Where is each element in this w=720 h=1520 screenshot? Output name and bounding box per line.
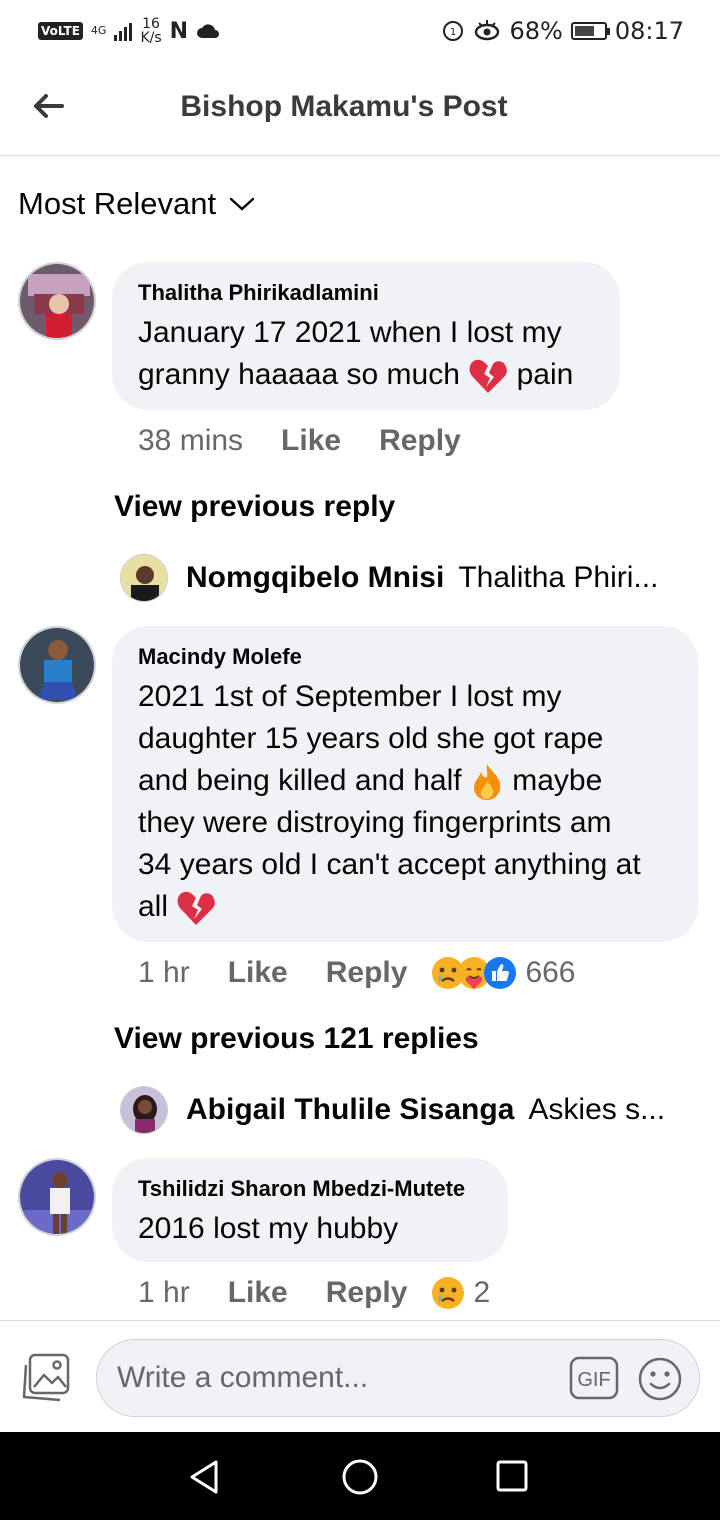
reply-button[interactable]: Reply — [326, 1276, 408, 1310]
comment-line: 34 years old I can't accept anything at — [138, 848, 641, 881]
reaction-count: 2 — [473, 1276, 491, 1309]
svg-text:1: 1 — [450, 27, 456, 38]
comment-line: 2021 1st of September I lost my — [138, 680, 562, 713]
comment-bubble: Tshilidzi Sharon Mbedzi-Mutete 2016 lost… — [112, 1158, 508, 1262]
comment-actions: 1 hr Like Reply 2 — [138, 1276, 490, 1310]
comment-line: daughter 15 years old she got rape — [138, 722, 604, 755]
emoji-picker-icon[interactable] — [637, 1356, 683, 1402]
sad-reaction-icon — [432, 1277, 465, 1309]
gif-label: GIF — [577, 1369, 610, 1391]
avatar[interactable] — [18, 262, 96, 340]
comment-text: 2021 1st of September I lost my daughter… — [138, 676, 672, 928]
comment-line: and being killed and half maybe — [138, 760, 672, 802]
battery-percent: 68% — [509, 17, 563, 45]
reply-button[interactable]: Reply — [379, 424, 461, 458]
fire-emoji-icon — [473, 764, 501, 801]
avatar — [120, 554, 168, 602]
comment-author[interactable]: Tshilidzi Sharon Mbedzi-Mutete — [138, 1176, 482, 1202]
signal-icon — [114, 21, 133, 41]
status-right: 1 68% 08:17 — [441, 17, 684, 45]
network-type: 4G — [90, 24, 107, 37]
comment-input[interactable] — [117, 1354, 557, 1402]
system-navigation-bar — [0, 1432, 720, 1520]
like-reaction-icon — [484, 957, 517, 989]
comment-author[interactable]: Macindy Molefe — [138, 644, 672, 670]
comment-line-part: and being killed and half — [138, 764, 470, 797]
like-button[interactable]: Like — [281, 424, 341, 458]
reply-preview-row[interactable]: Nomgqibelo Mnisi Thalitha Phiri... — [120, 554, 658, 602]
battery-icon — [570, 22, 610, 40]
comment-bubble: Macindy Molefe 2021 1st of September I l… — [112, 626, 698, 942]
reactions-summary[interactable] — [431, 956, 517, 990]
clock: 08:17 — [614, 17, 684, 45]
notification-n-icon: N — [169, 18, 189, 44]
comment-line: 2016 lost my hubby — [138, 1212, 399, 1245]
comment-author[interactable]: Thalitha Phirikadlamini — [138, 280, 594, 306]
comment-timestamp: 1 hr — [138, 1276, 190, 1309]
comment-line: they were distroying fingerprints am — [138, 806, 612, 839]
volte-badge: VoLTE — [38, 22, 83, 40]
comment-line-part: pain — [508, 358, 574, 391]
photo-icon[interactable] — [20, 1353, 72, 1403]
nav-recents-icon[interactable] — [495, 1459, 529, 1493]
view-previous-replies-link[interactable]: View previous reply — [114, 490, 395, 524]
page-title: Bishop Makamu's Post — [180, 90, 508, 123]
speed-unit: K/s — [140, 30, 162, 46]
broken-heart-emoji-icon — [177, 891, 216, 926]
network-speed: 16 K/s — [140, 17, 161, 45]
comment-composer: GIF — [0, 1320, 720, 1432]
comment-text: January 17 2021 when I lost my granny ha… — [138, 312, 594, 396]
comment-timestamp: 38 mins — [138, 424, 244, 457]
view-previous-replies-link[interactable]: View previous 121 replies — [114, 1022, 479, 1056]
comment-bubble: Thalitha Phirikadlamini January 17 2021 … — [112, 262, 620, 410]
like-button[interactable]: Like — [228, 1276, 288, 1310]
sort-filter-dropdown[interactable]: Most Relevant — [18, 186, 256, 222]
chevron-down-icon — [229, 197, 255, 211]
reply-author[interactable]: Nomgqibelo Mnisi — [186, 561, 444, 595]
comment-line-part: all — [138, 890, 177, 923]
reply-preview-row[interactable]: Abigail Thulile Sisanga Askies s... — [120, 1086, 665, 1134]
reply-preview-text: Askies s... — [528, 1093, 666, 1126]
like-button[interactable]: Like — [228, 956, 288, 990]
reaction-count: 666 — [525, 956, 576, 989]
header: Bishop Makamu's Post — [0, 62, 720, 156]
reply-button[interactable]: Reply — [326, 956, 408, 990]
comment-timestamp: 1 hr — [138, 956, 190, 989]
cloud-icon — [197, 24, 220, 38]
reply-author[interactable]: Abigail Thulile Sisanga — [186, 1093, 514, 1127]
reactions-summary[interactable] — [431, 1276, 465, 1310]
avatar — [120, 1086, 168, 1134]
status-bar: VoLTE 4G 16 K/s N 1 68% 08:17 — [0, 0, 720, 62]
comment-text: 2016 lost my hubby — [138, 1208, 482, 1250]
comment-input-box[interactable]: GIF — [96, 1339, 700, 1417]
comment-line-part: granny haaaaa so much — [138, 358, 469, 391]
reply-preview-text: Thalitha Phiri... — [458, 561, 659, 594]
avatar[interactable] — [18, 626, 96, 704]
broken-heart-emoji-icon — [469, 359, 508, 394]
data-saver-icon: 1 — [443, 21, 464, 41]
nav-home-icon[interactable] — [341, 1458, 379, 1496]
sort-filter-label: Most Relevant — [18, 186, 217, 221]
comment-actions: 1 hr Like Reply 666 — [138, 956, 576, 990]
avatar[interactable] — [18, 1158, 96, 1236]
comment-line-part: maybe — [503, 764, 603, 797]
gif-button[interactable]: GIF — [569, 1356, 619, 1400]
comment-line: January 17 2021 when I lost my — [138, 316, 562, 349]
nav-back-icon[interactable] — [186, 1458, 224, 1496]
comment-line: granny haaaaa so much pain — [138, 354, 594, 396]
eye-comfort-icon — [475, 20, 500, 41]
comment-line: all — [138, 886, 672, 928]
status-left: VoLTE 4G 16 K/s N — [38, 17, 220, 45]
comment-actions: 38 mins Like Reply — [138, 424, 499, 458]
